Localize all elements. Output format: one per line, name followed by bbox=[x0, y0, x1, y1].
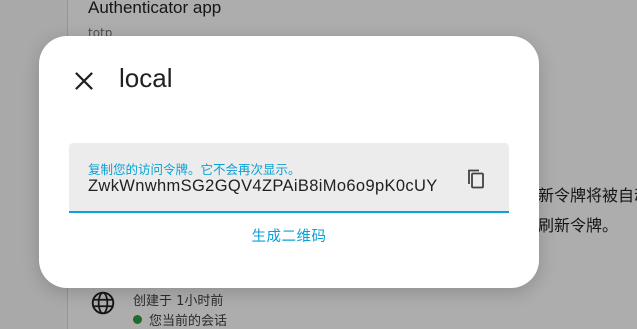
close-icon bbox=[75, 72, 93, 90]
token-field[interactable]: 复制您的访问令牌。它不会再次显示。 ZwkWnwhmSG2GQV4ZPAiB8i… bbox=[69, 143, 509, 213]
token-field-label: 复制您的访问令牌。它不会再次显示。 bbox=[88, 162, 301, 177]
token-value[interactable]: ZwkWnwhmSG2GQV4ZPAiB8iMo6o9pK0cUY bbox=[88, 177, 438, 196]
copy-button[interactable] bbox=[462, 165, 490, 193]
close-button[interactable] bbox=[69, 66, 99, 96]
generate-qr-code-link[interactable]: 生成二维码 bbox=[39, 225, 539, 246]
token-dialog: local 复制您的访问令牌。它不会再次显示。 ZwkWnwhmSG2GQV4Z… bbox=[39, 36, 539, 288]
dialog-title: local bbox=[119, 63, 173, 93]
copy-icon bbox=[468, 169, 484, 189]
